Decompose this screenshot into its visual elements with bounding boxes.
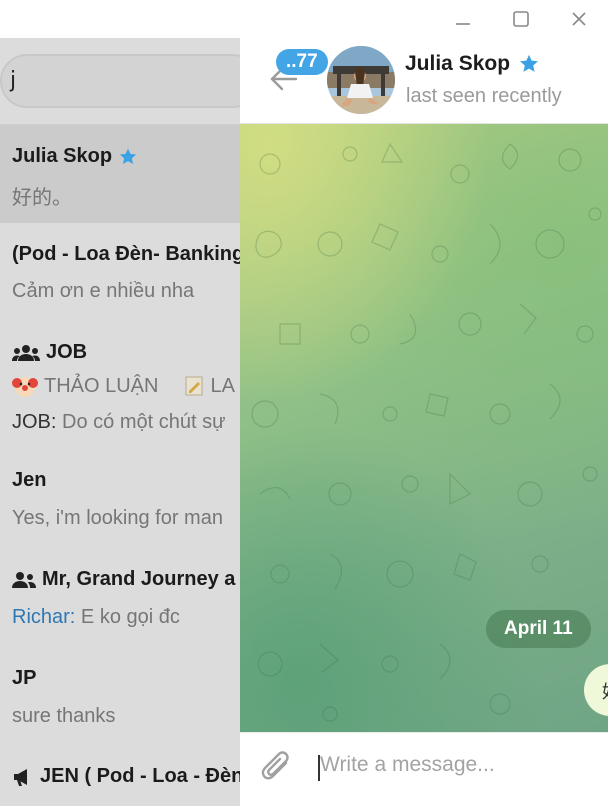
chat-list-panel: j Julia Skop 好的。 (Pod - Loa Đèn- Banking…: [0, 38, 240, 806]
megaphone-icon: [14, 768, 27, 786]
chat-name: Julia Skop: [12, 145, 138, 168]
chat-panel: ..77 Julia Skop last seen recently April…: [240, 38, 608, 806]
minimize-icon: [456, 23, 470, 25]
maximize-icon: [513, 11, 529, 27]
chat-item-job[interactable]: JOB THẢO LUẬN LA JOB: Do có một chút sự: [0, 321, 240, 449]
group-icon: [12, 344, 40, 361]
message-composer: [240, 732, 608, 806]
chat-name-text: Julia Skop: [12, 145, 113, 167]
chat-item-julia-skop[interactable]: Julia Skop 好的。: [0, 125, 240, 223]
close-icon: [572, 12, 586, 26]
tag-label: THẢO LUẬN: [44, 374, 159, 397]
contact-name[interactable]: Julia Skop: [405, 52, 540, 76]
message-text: 好: [602, 678, 608, 704]
chat-name: JOB: [12, 341, 87, 364]
chat-item-jen[interactable]: Jen Yes, i'm looking for man: [0, 449, 240, 547]
minimize-button[interactable]: [452, 9, 474, 29]
verified-star-icon: [520, 54, 539, 72]
title-bar: [0, 0, 608, 38]
chat-preview: JOB: Do có một chút sự: [12, 411, 225, 434]
chat-preview: Cảm ơn e nhiều nha: [12, 280, 195, 302]
tag-label: LA: [210, 374, 235, 397]
close-button[interactable]: [568, 9, 590, 29]
message-input[interactable]: [320, 753, 580, 777]
chat-preview: sure thanks: [12, 705, 116, 727]
chat-name: Mr, Grand Journey a: [12, 568, 235, 591]
preview-text: E ko gọi đc: [75, 606, 180, 628]
chat-name-text: JOB: [46, 341, 88, 363]
chat-name-text: Mr, Grand Journey a: [42, 568, 236, 590]
preview-text: Do có một chút sự: [56, 411, 226, 433]
chat-item-jen-pod-loa-den[interactable]: JEN ( Pod - Loa - Đèn: [0, 745, 240, 806]
memo-emoji-icon: [185, 376, 203, 396]
verified-star-icon: [119, 148, 137, 164]
chat-name: (Pod - Loa Đèn- Banking: [12, 243, 240, 265]
chat-item-jp[interactable]: JP sure thanks: [0, 647, 240, 745]
contact-status: last seen recently: [406, 85, 562, 107]
group-icon: [12, 571, 36, 588]
chat-preview: 好的。: [12, 187, 72, 209]
avatar[interactable]: [327, 46, 395, 114]
chat-name: JP: [12, 667, 37, 689]
date-separator: April 11: [486, 610, 591, 648]
sender-name: Richar:: [12, 606, 76, 628]
clown-emoji-icon: [12, 377, 38, 397]
chat-tags: THẢO LUẬN LA: [12, 374, 235, 398]
chat-background: April 11 好: [240, 124, 608, 732]
sender-name: JOB:: [12, 411, 57, 433]
chat-name: Jen: [12, 469, 47, 491]
chat-preview: Richar: E ko gọi đc: [12, 606, 180, 629]
chat-name-text: JEN ( Pod - Loa - Đèn: [40, 765, 240, 787]
chat-preview: Yes, i'm looking for man: [12, 507, 223, 529]
unread-badge: ..77: [276, 49, 328, 75]
chat-name: JEN ( Pod - Loa - Đèn: [12, 765, 240, 788]
maximize-button[interactable]: [510, 9, 532, 29]
avatar-photo: [327, 46, 395, 114]
search-box[interactable]: j: [0, 54, 240, 108]
contact-name-text: Julia Skop: [405, 52, 511, 75]
chat-header[interactable]: ..77 Julia Skop last seen recently: [240, 38, 608, 124]
search-input[interactable]: j: [10, 68, 16, 93]
chat-item-pod-loa-den-banking[interactable]: (Pod - Loa Đèn- Banking Cảm ơn e nhiều n…: [0, 223, 240, 321]
paperclip-icon[interactable]: [260, 749, 296, 789]
chat-item-mr-grand-journey[interactable]: Mr, Grand Journey a Richar: E ko gọi đc: [0, 547, 240, 647]
